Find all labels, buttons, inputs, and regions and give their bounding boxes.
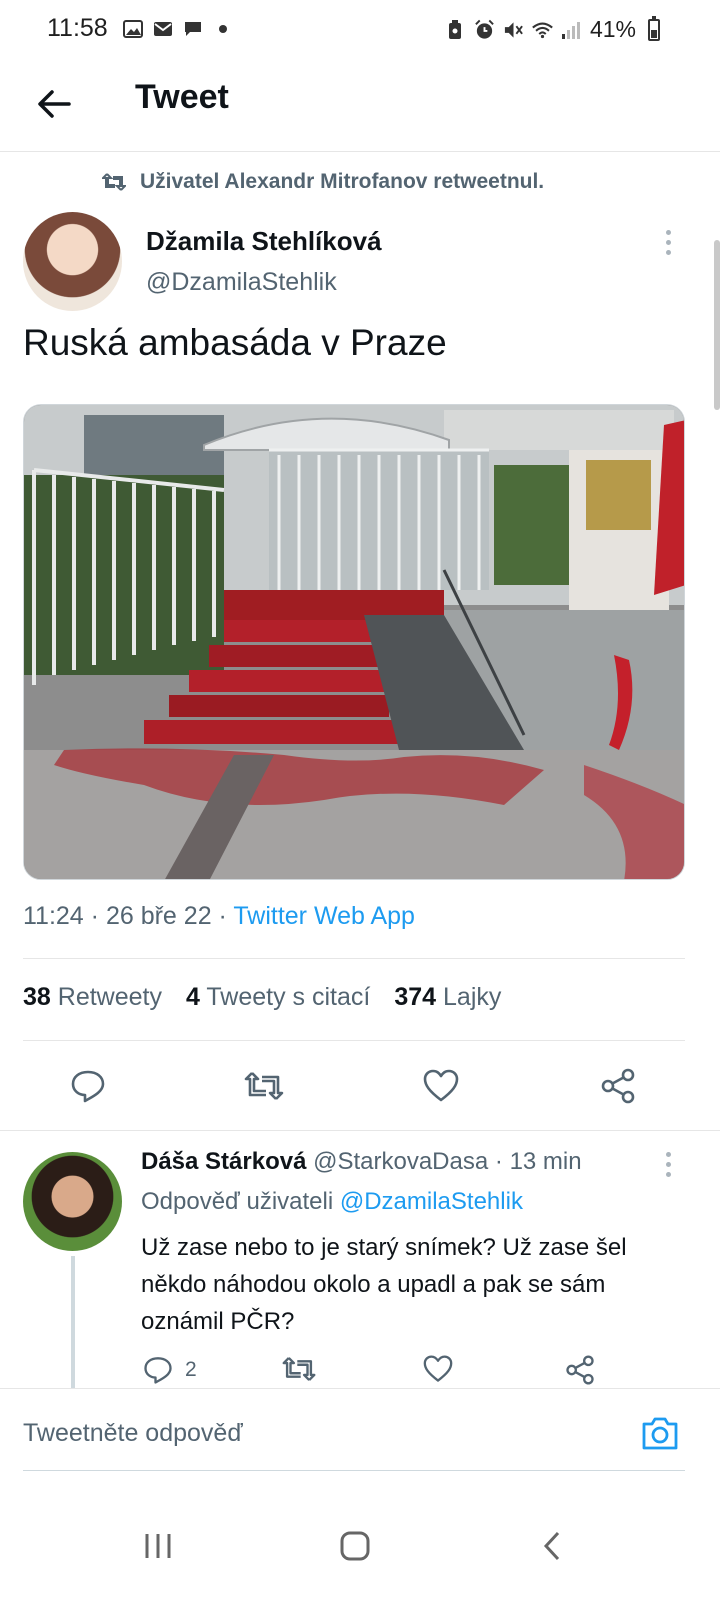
battery-icon [648,15,660,41]
author-name[interactable]: Džamila Stehlíková [146,226,382,257]
retweet-banner-text: Uživatel Alexandr Mitrofanov retweetnul. [140,170,545,193]
retweet-button[interactable] [240,1062,288,1110]
reply-retweet-button[interactable] [282,1355,316,1383]
share-icon [601,1068,635,1104]
tweet-more-button[interactable] [656,222,680,262]
replying-to-label: Odpověď uživateli [141,1188,334,1215]
reply-reply-button[interactable]: 2 [143,1355,197,1385]
reply-share-button[interactable] [565,1355,595,1385]
share-icon [566,1355,594,1385]
replying-to: Odpověď uživateli @DzamilaStehlik [141,1188,523,1216]
mute-icon [503,20,524,40]
signal-icon [561,20,582,40]
reply-author-handle[interactable]: @StarkovaDasa [313,1148,488,1175]
retweet-banner[interactable]: Uživatel Alexandr Mitrofanov retweetnul. [102,170,544,194]
reply-input[interactable]: Tweetněte odpověď [23,1419,243,1448]
tweet-date: 26 bře 22 [105,902,212,930]
camera-button[interactable] [638,1413,682,1453]
reply-icon [144,1357,172,1384]
reply-icon [71,1070,105,1103]
system-back-button[interactable] [522,1516,582,1576]
heart-icon [423,1355,453,1382]
composer-underline [23,1470,685,1471]
tweet-actions [0,1062,720,1110]
reply-composer: Tweetněte odpověď [0,1388,720,1484]
tweet-text: Ruská ambasáda v Praze [23,322,447,363]
replying-to-handle[interactable]: @DzamilaStehlik [340,1188,523,1215]
meta-separator: · [494,1148,510,1175]
notification-icons [122,19,233,39]
back-button[interactable] [30,80,78,128]
retweet-icon [282,1357,316,1381]
recent-apps-icon [145,1534,171,1558]
likes-stat[interactable]: 374 Lajky [394,983,501,1012]
reply-author-name[interactable]: Dáša Stárková [141,1148,306,1175]
chat-icon [182,19,203,39]
divider [23,1040,685,1041]
lock-battery-icon [445,19,466,40]
reply-time: 13 min [509,1148,582,1175]
tweet-time: 11:24 [23,902,84,930]
author-avatar[interactable] [23,212,122,311]
embassy-steps-photo [24,405,684,879]
alarm-icon [474,19,495,40]
retweets-stat[interactable]: 38 Retweety [23,983,162,1012]
reply-header: Dáša Stárková @StarkovaDasa · 13 min [141,1148,582,1176]
retweet-icon [102,173,126,191]
top-app-bar: Tweet [0,62,720,152]
reply-actions: 2 [0,1355,720,1391]
share-button[interactable] [594,1062,642,1110]
camera-icon [642,1417,678,1450]
quotes-stat[interactable]: 4 Tweety s citací [186,983,370,1012]
meta-separator: · [90,902,106,930]
system-nav-bar [0,1490,720,1600]
chevron-left-icon [543,1531,560,1561]
author-handle[interactable]: @DzamilaStehlik [146,268,337,297]
page-title: Tweet [135,78,229,116]
reply-text: Už zase nebo to je starý snímek? Už zase… [141,1234,627,1335]
reply-button[interactable] [64,1062,112,1110]
tweet-meta: 11:24 · 26 bře 22 · Twitter Web App [23,902,415,931]
reply-more-button[interactable] [656,1144,680,1184]
scrollbar[interactable] [714,240,720,410]
home-icon [340,1531,370,1561]
like-button[interactable] [417,1062,465,1110]
recent-apps-button[interactable] [128,1516,188,1576]
tweet-photo[interactable] [23,404,685,880]
heart-icon [423,1069,459,1102]
reply-count: 2 [185,1358,197,1381]
tweet-source-link[interactable]: Twitter Web App [233,902,415,930]
mail-icon [152,19,173,39]
status-time: 11:58 [47,14,108,42]
meta-separator: · [218,902,234,930]
home-button[interactable] [325,1516,385,1576]
system-icons: 41% [445,15,660,43]
wifi-icon [532,20,553,40]
battery-percent: 41% [589,16,636,42]
arrow-left-icon [38,90,71,118]
reply-like-button[interactable] [423,1355,453,1383]
reply-author-avatar[interactable] [23,1152,122,1251]
status-bar: 11:58 41% [0,0,720,62]
tweet-stats: 38 Retweety 4 Tweety s citací 374 Lajky [23,983,501,1012]
divider [23,958,685,959]
image-icon [122,19,143,39]
retweet-icon [244,1072,284,1100]
divider [0,1130,720,1131]
dot-icon [212,19,233,39]
